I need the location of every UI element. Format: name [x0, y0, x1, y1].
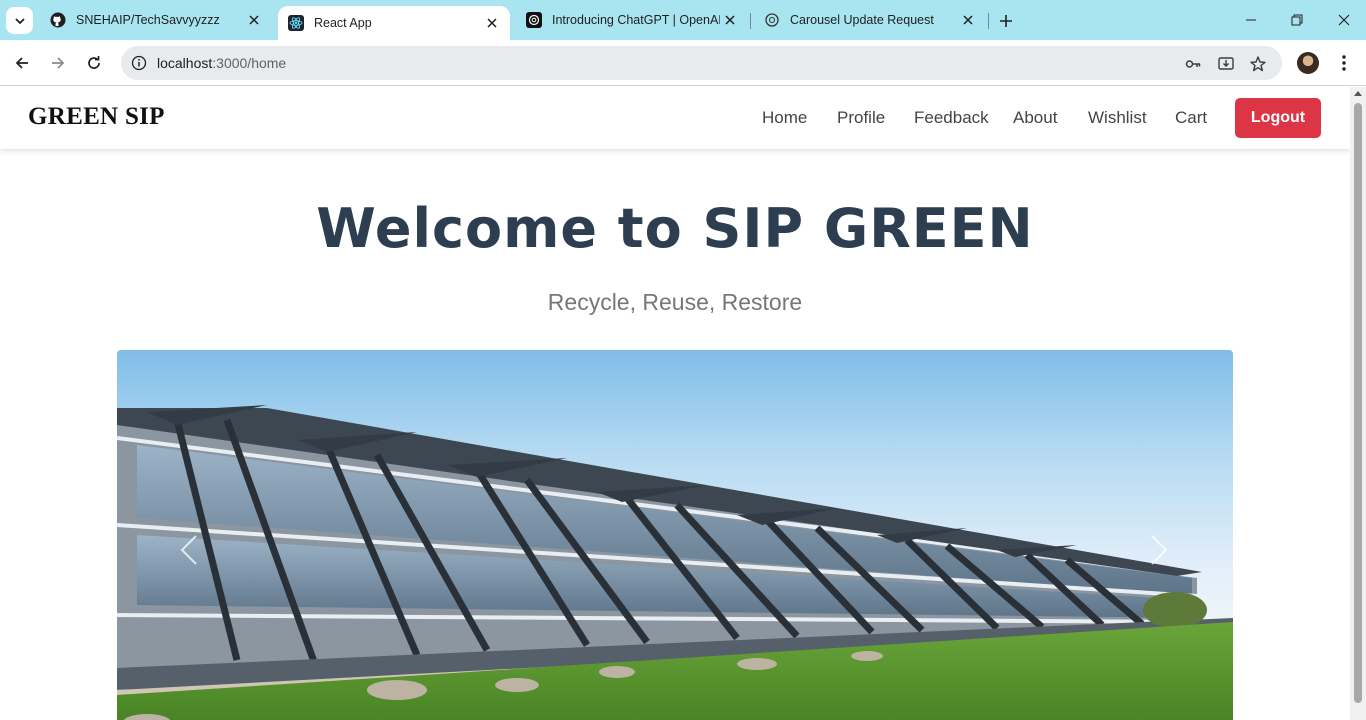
carousel-prev-button[interactable]: [169, 520, 209, 580]
bookmark-star-icon[interactable]: [1247, 53, 1269, 75]
close-icon[interactable]: [244, 10, 264, 30]
nav-link-wishlist[interactable]: Wishlist: [1088, 108, 1147, 128]
chevron-right-icon: [1151, 535, 1168, 565]
plus-icon: [1000, 15, 1012, 27]
close-icon[interactable]: [720, 10, 740, 30]
brand-logo[interactable]: GREEN SIP: [28, 103, 165, 131]
tab-carousel-update[interactable]: Carousel Update Request: [754, 6, 986, 34]
page-scrollbar[interactable]: [1350, 87, 1366, 720]
carousel-next-button[interactable]: [1139, 520, 1179, 580]
kebab-menu-icon: [1342, 55, 1346, 71]
address-bar[interactable]: localhost:3000/home: [121, 46, 1282, 80]
nav-link-feedback[interactable]: Feedback: [914, 108, 989, 128]
url-text: localhost:3000/home: [157, 55, 286, 71]
restore-button[interactable]: [1282, 6, 1312, 34]
browser-menu-button[interactable]: [1330, 49, 1358, 77]
scrollbar-thumb[interactable]: [1354, 103, 1362, 703]
tab-title: React App: [314, 16, 372, 30]
forward-button[interactable]: [44, 49, 72, 77]
tab-title: Carousel Update Request: [790, 13, 934, 27]
nav-link-cart[interactable]: Cart: [1175, 108, 1207, 128]
minimize-icon: [1246, 19, 1256, 21]
openai-icon: [526, 12, 542, 28]
minimize-button[interactable]: [1236, 6, 1266, 34]
logout-button[interactable]: Logout: [1235, 98, 1321, 138]
close-icon: [1338, 14, 1350, 26]
carousel-slide-image: [117, 405, 1233, 720]
tab-openai[interactable]: Introducing ChatGPT | OpenAI: [516, 6, 748, 34]
reload-button[interactable]: [80, 49, 108, 77]
page-viewport: GREEN SIP Home Profile Feedback About Wi…: [0, 87, 1350, 720]
url-path: :3000/home: [212, 55, 287, 71]
tab-title: SNEHAIP/TechSavvyyzzz: [76, 13, 220, 27]
info-icon[interactable]: [129, 53, 149, 73]
github-icon: [50, 12, 66, 28]
nav-link-about[interactable]: About: [1013, 108, 1057, 128]
back-button[interactable]: [8, 49, 36, 77]
browser-tab-strip: SNEHAIP/TechSavvyyzzz React App Introduc…: [0, 0, 1366, 40]
profile-avatar[interactable]: [1297, 52, 1319, 74]
install-app-icon[interactable]: [1215, 53, 1237, 75]
close-icon[interactable]: [958, 10, 978, 30]
page-subtitle: Recycle, Reuse, Restore: [547, 289, 803, 315]
tab-title: Introducing ChatGPT | OpenAI: [552, 13, 720, 27]
chevron-down-icon: [14, 17, 25, 24]
react-icon: [288, 15, 304, 31]
chatgpt-icon: [764, 12, 780, 28]
tab-react-app[interactable]: React App: [278, 6, 510, 40]
reload-icon: [88, 56, 100, 69]
arrow-right-icon: [52, 57, 65, 69]
page-title: Welcome to SIP GREEN: [316, 197, 1034, 260]
scroll-up-arrow[interactable]: [1354, 91, 1362, 96]
tab-separator: [750, 13, 751, 29]
browser-toolbar: localhost:3000/home: [0, 40, 1366, 86]
url-host: localhost: [157, 55, 213, 71]
password-key-icon[interactable]: [1182, 53, 1204, 75]
chevron-left-icon: [180, 535, 197, 565]
tab-github[interactable]: SNEHAIP/TechSavvyyzzz: [40, 6, 272, 34]
image-carousel[interactable]: [117, 350, 1233, 720]
site-navbar: GREEN SIP Home Profile Feedback About Wi…: [0, 87, 1350, 149]
tab-search-button[interactable]: [6, 7, 33, 34]
close-icon[interactable]: [482, 13, 502, 33]
close-window-button[interactable]: [1329, 6, 1359, 34]
new-tab-button[interactable]: [994, 9, 1018, 33]
arrow-left-icon: [15, 57, 28, 69]
nav-link-profile[interactable]: Profile: [837, 108, 885, 128]
restore-icon: [1291, 14, 1303, 26]
nav-link-home[interactable]: Home: [762, 108, 807, 128]
tab-separator: [988, 13, 989, 29]
